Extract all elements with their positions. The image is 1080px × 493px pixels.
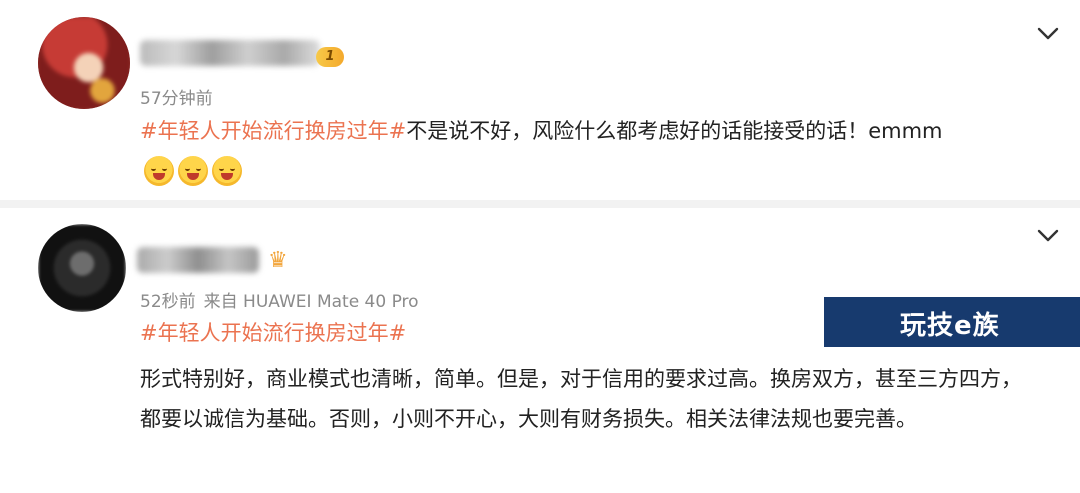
comment-body: 形式特别好，商业模式也清晰，简单。但是，对于信用的要求过高。换房双方，甚至三方四… bbox=[140, 367, 1022, 431]
comment-meta: 57分钟前 bbox=[140, 84, 221, 109]
emoji-row bbox=[144, 156, 246, 186]
username-blurred[interactable] bbox=[137, 247, 259, 273]
comment-2: ♛ 52秒前 来自 HUAWEI Mate 40 Pro #年轻人开始流行换房过年… bbox=[0, 208, 1080, 493]
comment-meta: 52秒前 来自 HUAWEI Mate 40 Pro bbox=[140, 287, 427, 312]
laugh-emoji-icon bbox=[212, 156, 242, 186]
device-source: 来自 HUAWEI Mate 40 Pro bbox=[203, 292, 419, 312]
avatar[interactable] bbox=[38, 17, 130, 109]
level-badge: 1 bbox=[316, 47, 344, 67]
timestamp: 52秒前 bbox=[140, 292, 196, 312]
hashtag-link[interactable]: #年轻人开始流行换房过年# bbox=[140, 321, 406, 345]
chevron-down-icon[interactable] bbox=[1035, 222, 1061, 248]
comment-body: 不是说不好，风险什么都考虑好的话能接受的话！emmm bbox=[406, 119, 943, 143]
laugh-emoji-icon bbox=[144, 156, 174, 186]
username-blurred[interactable] bbox=[140, 40, 320, 66]
hashtag-link[interactable]: #年轻人开始流行换房过年# bbox=[140, 119, 406, 143]
chevron-down-icon[interactable] bbox=[1035, 20, 1061, 46]
avatar[interactable] bbox=[38, 224, 126, 312]
divider bbox=[0, 200, 1080, 208]
watermark-text: 玩技e族 bbox=[900, 311, 1000, 341]
hashtag-line: #年轻人开始流行换房过年# bbox=[140, 316, 406, 350]
comment-1: 1 57分钟前 #年轻人开始流行换房过年#不是说不好，风险什么都考虑好的话能接受… bbox=[0, 0, 1080, 200]
comment-text: #年轻人开始流行换房过年#不是说不好，风险什么都考虑好的话能接受的话！emmm bbox=[140, 114, 1040, 148]
laugh-emoji-icon bbox=[178, 156, 208, 186]
watermark-logo: 玩技e族 bbox=[824, 297, 1080, 347]
timestamp: 57分钟前 bbox=[140, 89, 213, 109]
crown-icon: ♛ bbox=[268, 248, 288, 273]
